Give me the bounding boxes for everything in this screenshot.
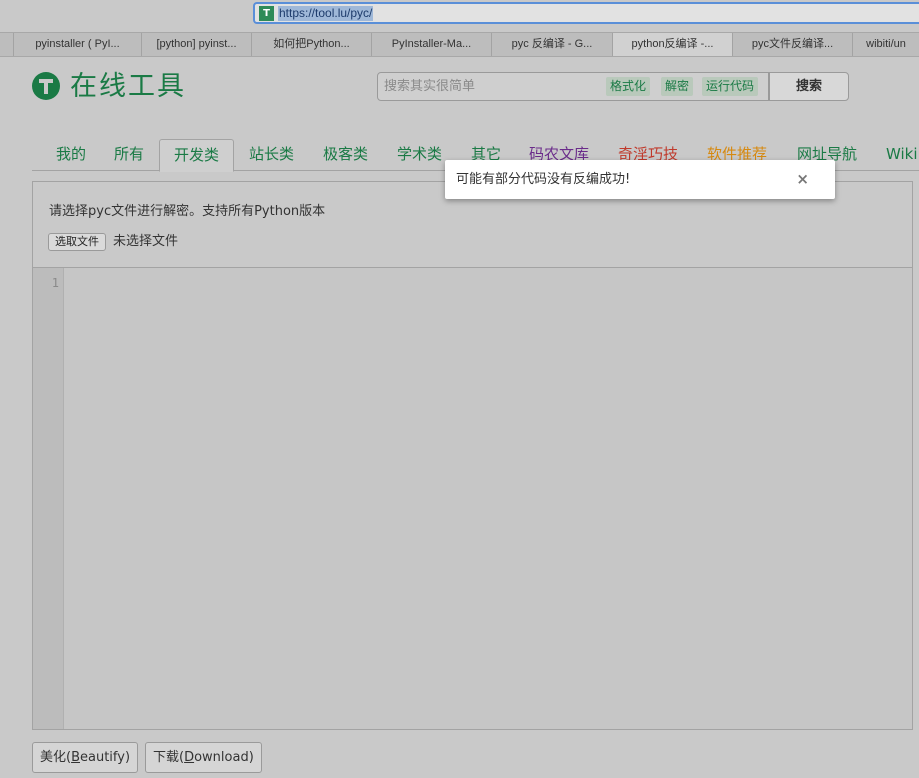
alert-popup: 可能有部分代码没有反编成功! × — [445, 160, 835, 199]
close-icon[interactable]: × — [796, 160, 809, 199]
browser-tab[interactable]: pyinstaller ( PyI... — [14, 33, 142, 56]
search-input[interactable] — [384, 73, 594, 100]
browser-tab[interactable]: 如何把Python... — [252, 33, 372, 56]
browser-tab[interactable]: wibiti/un — [853, 33, 919, 56]
button-label-post: eautify) — [80, 750, 131, 765]
browser-tab[interactable]: pyc文件反编译... — [733, 33, 853, 56]
nav-item-mine[interactable]: 我的 — [56, 134, 86, 171]
line-number: 1 — [51, 276, 59, 290]
search-box: 格式化 解密 运行代码 — [377, 72, 769, 101]
search-button[interactable]: 搜索 — [769, 72, 849, 101]
file-status-text: 未选择文件 — [113, 234, 179, 249]
url-text[interactable]: https://tool.lu/pyc/ — [278, 6, 374, 21]
tool-lu-favicon-icon: T — [259, 6, 274, 21]
quick-link-decrypt[interactable]: 解密 — [661, 77, 694, 96]
button-accesskey: B — [71, 750, 80, 765]
browser-tab[interactable]: PyInstaller-Ma... — [372, 33, 492, 56]
download-button[interactable]: 下载(Download) — [145, 742, 262, 773]
instruction-text: 请选择pyc文件进行解密。支持所有Python版本 — [49, 204, 326, 219]
alert-message: 可能有部分代码没有反编成功! — [456, 172, 631, 187]
line-gutter: 1 — [33, 268, 64, 729]
nav-item-wiki[interactable]: Wiki — [886, 134, 918, 171]
site-logo-text[interactable]: 在线工具 — [70, 70, 186, 104]
quick-link-format[interactable]: 格式化 — [606, 77, 651, 96]
quick-link-run-code[interactable]: 运行代码 — [702, 77, 759, 96]
nav-item-all[interactable]: 所有 — [114, 134, 144, 171]
browser-tab-strip: pyinstaller ( PyI... [python] pyinst... … — [0, 32, 919, 57]
tool-panel: 请选择pyc文件进行解密。支持所有Python版本 选取文件 未选择文件 1 — [32, 181, 913, 730]
tab-overflow[interactable] — [0, 33, 14, 56]
browser-tab[interactable]: pyc 反编译 - G... — [492, 33, 613, 56]
browser-tab-active[interactable]: python反编译 -... — [613, 33, 733, 56]
address-bar[interactable]: T https://tool.lu/pyc/ — [253, 2, 919, 24]
tool-logo-icon[interactable] — [32, 72, 60, 100]
browser-toolbar: T https://tool.lu/pyc/ — [0, 0, 919, 30]
nav-item-academic[interactable]: 学术类 — [397, 134, 442, 171]
button-label-pre: 下载( — [153, 750, 185, 765]
nav-item-dev[interactable]: 开发类 — [159, 139, 235, 172]
beautify-button[interactable]: 美化(Beautify) — [32, 742, 139, 773]
button-label-pre: 美化( — [40, 750, 72, 765]
browser-tab[interactable]: [python] pyinst... — [142, 33, 252, 56]
nav-item-geek[interactable]: 极客类 — [323, 134, 368, 171]
button-label-post: ownload) — [194, 750, 254, 765]
button-accesskey: D — [184, 750, 195, 765]
nav-item-webmaster[interactable]: 站长类 — [249, 134, 294, 171]
choose-file-button[interactable]: 选取文件 — [48, 233, 106, 251]
code-editor[interactable] — [64, 268, 912, 729]
